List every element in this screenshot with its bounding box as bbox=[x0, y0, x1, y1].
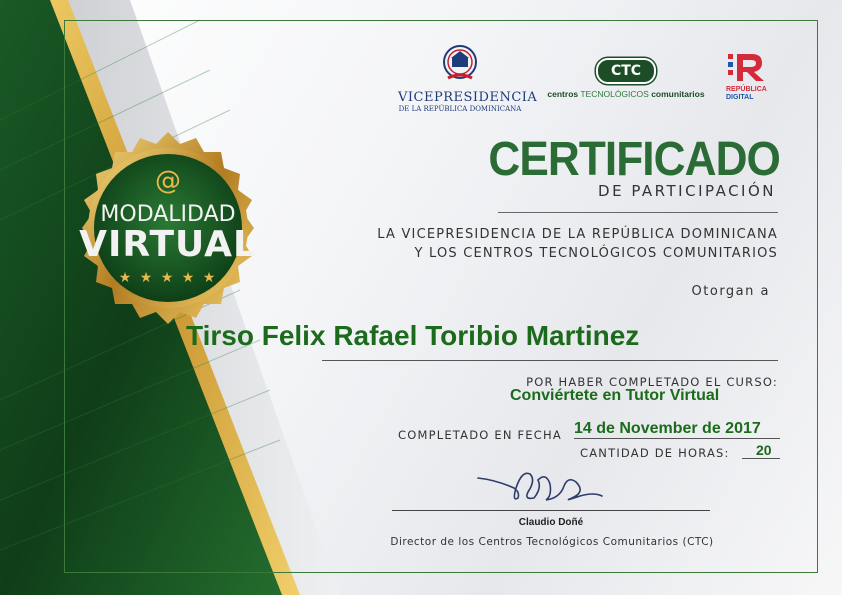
republica-digital-logo: REPÚBLICA DIGITAL bbox=[726, 52, 782, 102]
completion-date: 14 de November de 2017 bbox=[574, 420, 761, 437]
recipient-name: Tirso Felix Rafael Toribio Martinez bbox=[186, 320, 640, 351]
ctc-word-tecnologicos: TECNOLÓGICOS bbox=[580, 89, 649, 99]
hours-value: 20 bbox=[756, 442, 772, 458]
granted-to-label: Otorgan a bbox=[691, 284, 770, 299]
republica-digital-mark-icon bbox=[728, 54, 764, 81]
modalidad-virtual-seal: @ MODALIDAD VIRTUAL ★ ★ ★ ★ ★ bbox=[68, 130, 268, 330]
ctc-badge: CTC bbox=[596, 58, 656, 84]
digital-word: DIGITAL bbox=[726, 94, 754, 101]
vicepresidencia-subtitle: DE LA REPÚBLICA DOMINICANA bbox=[398, 105, 522, 113]
vicepresidencia-name: VICEPRESIDENCIA bbox=[398, 90, 538, 105]
date-underline bbox=[574, 438, 780, 439]
signatory-title: Director de los Centros Tecnológicos Com… bbox=[390, 536, 714, 548]
hours-underline bbox=[742, 458, 780, 459]
ctc-word-comunitarios: comunitarios bbox=[651, 89, 705, 99]
issuer-line-2: Y LOS CENTROS TECNOLÓGICOS COMUNITARIOS bbox=[414, 246, 778, 261]
vicepresidencia-logo: VICEPRESIDENCIA DE LA REPÚBLICA DOMINICA… bbox=[398, 44, 538, 113]
signatory-name: Claudio Doñé bbox=[518, 517, 584, 528]
republica-word: REPÚBLICA bbox=[726, 86, 767, 93]
ctc-wordmark: centros TECNOLÓGICOS comunitarios bbox=[546, 89, 706, 99]
title-divider bbox=[498, 212, 778, 213]
course-name: Conviértete en Tutor Virtual bbox=[510, 387, 720, 404]
certificate-subtitle: DE PARTICIPACIÓN bbox=[598, 182, 776, 200]
issuer-line-1: LA VICEPRESIDENCIA DE LA REPÚBLICA DOMIN… bbox=[377, 227, 778, 242]
seal-virtual-text: VIRTUAL bbox=[79, 224, 257, 265]
completion-date-label: COMPLETADO EN FECHA bbox=[398, 428, 562, 442]
republica-digital-text: REPÚBLICA DIGITAL bbox=[726, 86, 782, 102]
certificate-title: CERTIFICADO bbox=[488, 133, 781, 186]
ctc-word-centros: centros bbox=[547, 89, 579, 99]
signature-icon bbox=[477, 472, 603, 501]
signature-line bbox=[392, 510, 710, 511]
government-emblem-icon bbox=[443, 45, 477, 80]
ctc-logo: CTC centros TECNOLÓGICOS comunitarios bbox=[546, 58, 706, 99]
seal-at-symbol: @ bbox=[155, 166, 181, 196]
certificate-page: @ MODALIDAD VIRTUAL ★ ★ ★ ★ ★ VICEPRESID… bbox=[0, 0, 842, 595]
recipient-underline bbox=[322, 360, 778, 361]
seal-stars: ★ ★ ★ ★ ★ bbox=[118, 270, 218, 286]
